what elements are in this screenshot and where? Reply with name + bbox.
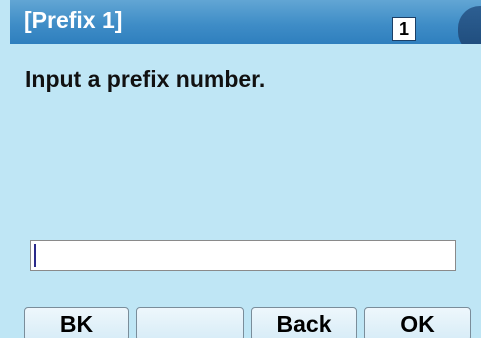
bk-softkey[interactable]: BK bbox=[24, 307, 129, 338]
title-bar: [Prefix 1] 1 bbox=[10, 0, 481, 44]
empty-softkey[interactable] bbox=[136, 307, 244, 338]
text-cursor bbox=[34, 244, 36, 267]
phone-display: [Prefix 1] 1 Input a prefix number. BK B… bbox=[0, 0, 481, 338]
screen-title: [Prefix 1] bbox=[24, 7, 123, 33]
ok-softkey[interactable]: OK bbox=[364, 307, 471, 338]
scroll-indicator-icon bbox=[458, 6, 481, 44]
back-softkey[interactable]: Back bbox=[251, 307, 357, 338]
prompt-message: Input a prefix number. bbox=[25, 66, 266, 92]
prefix-number-input[interactable] bbox=[30, 240, 456, 271]
line-indicator: 1 bbox=[392, 17, 416, 41]
softkey-bar: BK Back OK bbox=[0, 307, 481, 338]
